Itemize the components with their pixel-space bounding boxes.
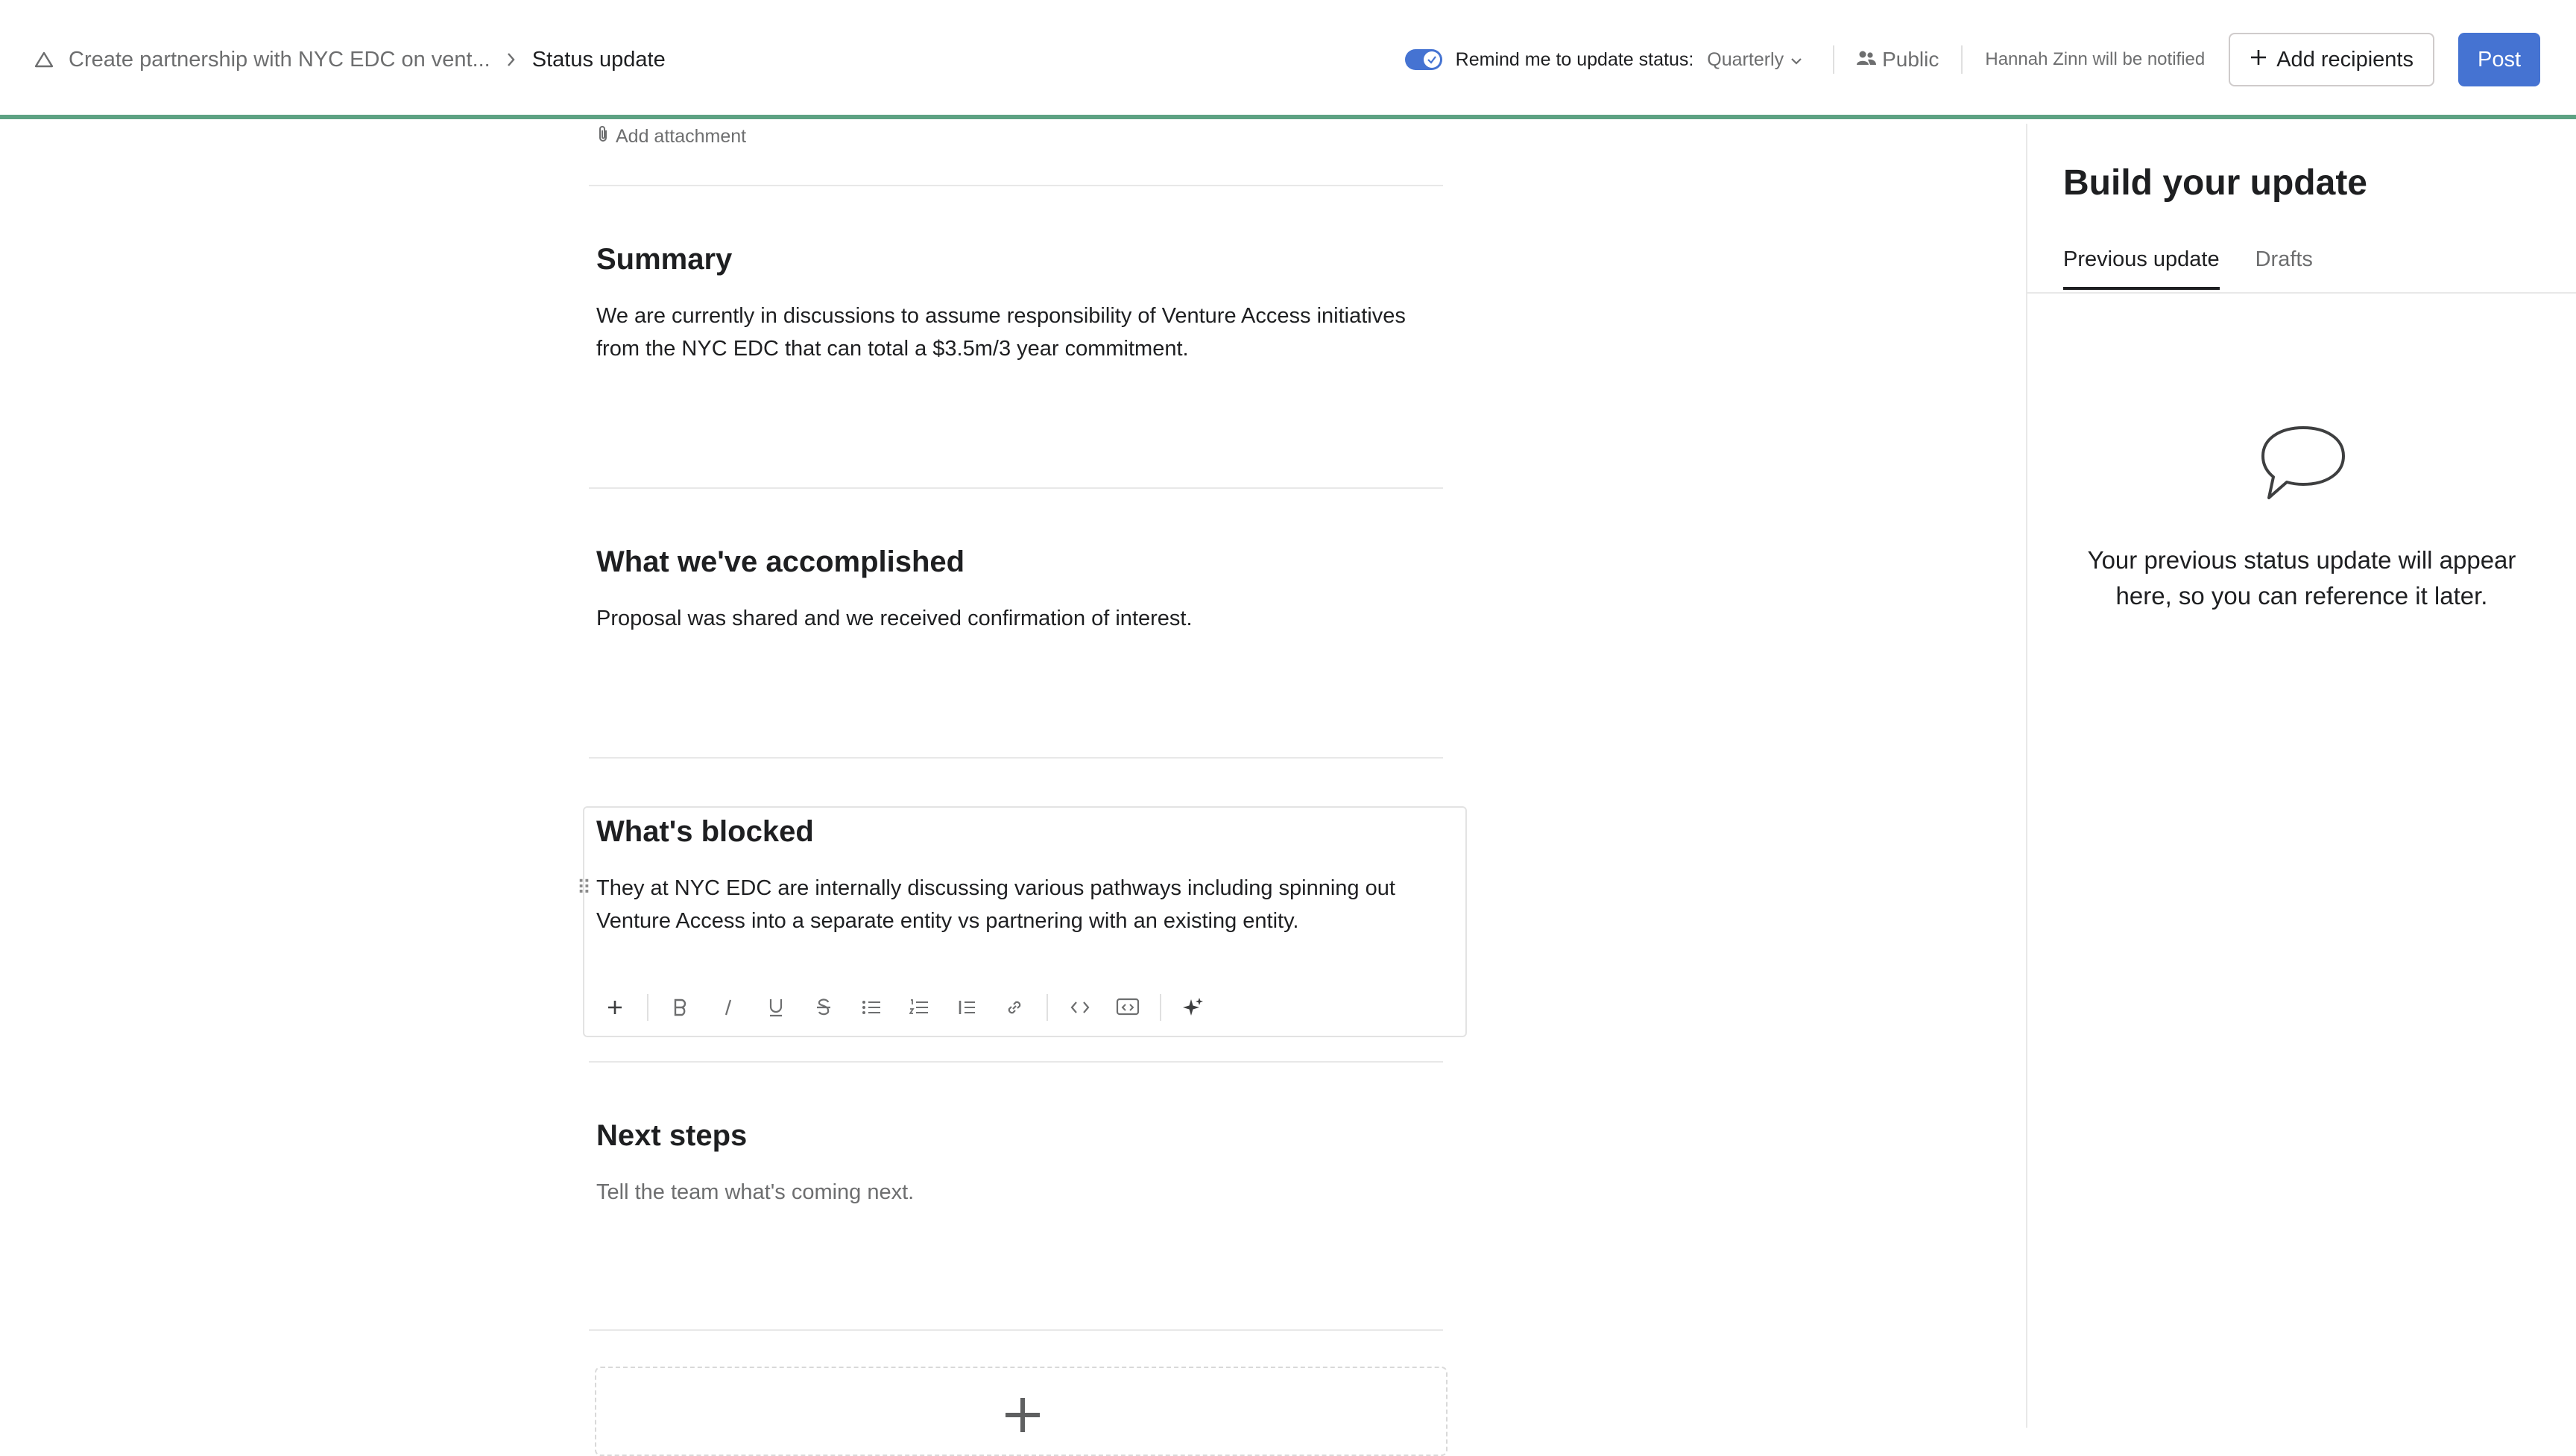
section-divider (589, 487, 1443, 489)
plus-icon (2250, 48, 2267, 72)
people-icon (1857, 48, 1877, 72)
drag-handle-icon[interactable]: ⠿ (577, 878, 591, 897)
accomplished-text[interactable]: Proposal was shared and we received conf… (596, 602, 1431, 635)
add-recipients-button[interactable]: Add recipients (2229, 33, 2434, 86)
quote-icon[interactable] (948, 990, 985, 1025)
paperclip-icon (596, 124, 610, 149)
panel-title: Build your update (2063, 163, 2367, 203)
blocked-text[interactable]: They at NYC EDC are internally discussin… (596, 872, 1431, 937)
chevron-right-icon (505, 51, 517, 68)
toolbar-divider (647, 994, 648, 1021)
chevron-down-icon (1790, 49, 1803, 71)
add-attachment-label: Add attachment (616, 125, 747, 147)
header-actions: Remind me to update status: Quarterly Pu… (1404, 33, 2540, 86)
plus-icon[interactable] (596, 990, 634, 1025)
top-bar: Create partnership with NYC EDC on vent.… (0, 0, 2576, 119)
breadcrumb-project-link[interactable]: Create partnership with NYC EDC on vent.… (69, 48, 490, 72)
visibility-button[interactable]: Public (1857, 48, 1939, 72)
bold-icon[interactable] (662, 990, 699, 1025)
section-divider (589, 1329, 1443, 1331)
add-recipients-label: Add recipients (2276, 47, 2414, 72)
formatting-toolbar (596, 990, 1212, 1025)
header-divider (1961, 45, 1963, 74)
post-button[interactable]: Post (2458, 33, 2540, 86)
link-icon[interactable] (996, 990, 1033, 1025)
section-divider (589, 757, 1443, 759)
project-status-icon (34, 51, 54, 69)
next-steps-input[interactable]: Tell the team what's coming next. (596, 1176, 1431, 1209)
toolbar-divider (1046, 994, 1048, 1021)
embed-icon[interactable] (1109, 990, 1146, 1025)
build-update-panel: Build your update Previous update Drafts… (2026, 124, 2576, 1428)
add-section-button[interactable] (595, 1367, 1448, 1456)
plus-icon (1004, 1396, 1041, 1437)
remind-toggle[interactable] (1404, 49, 1442, 70)
tab-underline (2027, 292, 2576, 294)
underline-icon[interactable] (757, 990, 795, 1025)
panel-tabs: Previous update Drafts (2063, 247, 2313, 290)
speech-bubble-icon (2260, 425, 2346, 506)
italic-icon[interactable] (710, 990, 747, 1025)
breadcrumb-current: Status update (531, 47, 666, 72)
toolbar-divider (1160, 994, 1161, 1021)
section-divider (589, 1061, 1443, 1063)
tab-drafts[interactable]: Drafts (2255, 247, 2313, 290)
remind-frequency-value: Quarterly (1707, 48, 1784, 70)
summary-heading: Summary (596, 243, 733, 276)
visibility-label: Public (1882, 48, 1939, 71)
accomplished-heading: What we've accomplished (596, 545, 965, 578)
blocked-heading: What's blocked (596, 815, 814, 848)
add-attachment-button[interactable]: Add attachment (596, 124, 746, 149)
check-icon (1423, 51, 1440, 68)
summary-text[interactable]: We are currently in discussions to assum… (596, 300, 1431, 365)
sparkle-icon[interactable] (1175, 990, 1212, 1025)
breadcrumb: Create partnership with NYC EDC on vent.… (34, 42, 666, 77)
header-divider (1833, 45, 1835, 74)
bullet-list-icon[interactable] (853, 990, 890, 1025)
numbered-list-icon[interactable] (900, 990, 938, 1025)
strikethrough-icon[interactable] (805, 990, 842, 1025)
section-divider (589, 185, 1443, 186)
next-steps-heading: Next steps (596, 1119, 748, 1152)
empty-state-message: Your previous status update will appear … (2087, 546, 2516, 610)
notified-text: Hannah Zinn will be notified (1985, 49, 2206, 69)
tab-previous-update[interactable]: Previous update (2063, 247, 2220, 290)
remind-label: Remind me to update status: (1455, 48, 1694, 70)
code-icon[interactable] (1061, 990, 1099, 1025)
remind-frequency-dropdown[interactable]: Quarterly (1707, 49, 1803, 71)
